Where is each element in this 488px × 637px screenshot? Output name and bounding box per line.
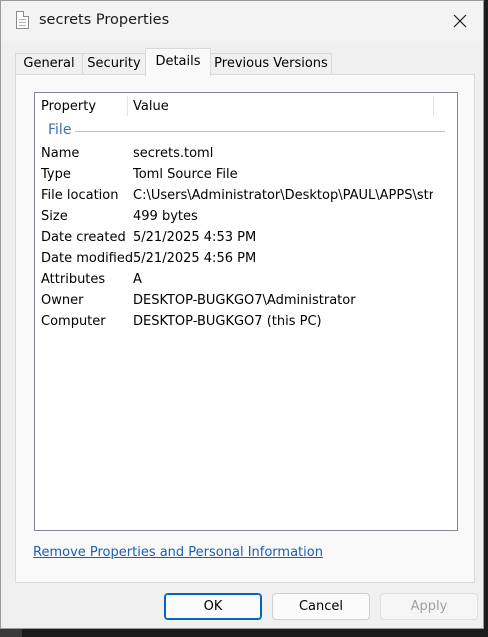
list-item[interactable]: Type Toml Source File (35, 164, 457, 185)
property-value: secrets.toml (133, 146, 214, 161)
tab-details[interactable]: Details (145, 48, 211, 76)
column-header-property[interactable]: Property (41, 93, 96, 120)
group-label-file: File (48, 122, 72, 138)
column-divider[interactable] (127, 96, 128, 116)
ok-button[interactable]: OK (164, 593, 262, 620)
close-button[interactable] (437, 1, 483, 41)
list-item[interactable]: Attributes A (35, 269, 457, 290)
taskbar-fragment (0, 629, 22, 637)
column-divider[interactable] (433, 96, 434, 116)
details-list[interactable]: Property Value File Name secrets.toml Ty… (34, 92, 458, 531)
list-item[interactable]: Date created 5/21/2025 4:53 PM (35, 227, 457, 248)
property-name: Owner (41, 293, 84, 308)
property-name: Size (41, 209, 68, 224)
list-item[interactable]: Owner DESKTOP-BUGKGO7\Administrator (35, 290, 457, 311)
property-value: A (133, 272, 142, 287)
property-value: 5/21/2025 4:56 PM (133, 251, 257, 266)
tab-security[interactable]: Security (82, 53, 146, 74)
property-name: Attributes (41, 272, 106, 287)
group-divider (75, 131, 445, 132)
property-name: Computer (41, 314, 106, 329)
desktop-background (484, 0, 488, 637)
tab-general[interactable]: General (15, 53, 83, 74)
list-item[interactable]: Size 499 bytes (35, 206, 457, 227)
details-panel: Property Value File Name secrets.toml Ty… (15, 74, 475, 583)
close-icon (453, 14, 467, 28)
property-name: Date created (41, 230, 126, 245)
properties-dialog: secrets Properties General Security Deta… (0, 0, 484, 629)
property-name: Date modified (41, 251, 134, 266)
property-value: DESKTOP-BUGKGO7 (this PC) (133, 314, 322, 329)
remove-properties-link[interactable]: Remove Properties and Personal Informati… (33, 545, 323, 560)
property-name: Name (41, 146, 80, 161)
apply-button[interactable]: Apply (380, 593, 478, 620)
list-item[interactable]: Computer DESKTOP-BUGKGO7 (this PC) (35, 311, 457, 332)
property-value: C:\Users\Administrator\Desktop\PAUL\APPS… (133, 188, 433, 203)
property-value: Toml Source File (133, 167, 238, 182)
desktop-background (0, 629, 488, 637)
cancel-button[interactable]: Cancel (272, 593, 370, 620)
property-value: 5/21/2025 4:53 PM (133, 230, 257, 245)
property-value: DESKTOP-BUGKGO7\Administrator (133, 293, 356, 308)
property-name: Type (41, 167, 71, 182)
list-item[interactable]: File location C:\Users\Administrator\Des… (35, 185, 457, 206)
tab-previous-versions[interactable]: Previous Versions (210, 53, 332, 74)
property-name: File location (41, 188, 119, 203)
column-header-value[interactable]: Value (133, 93, 169, 120)
window-title: secrets Properties (39, 12, 170, 28)
list-item[interactable]: Name secrets.toml (35, 143, 457, 164)
property-value: 499 bytes (133, 209, 198, 224)
file-icon (16, 11, 29, 29)
list-item[interactable]: Date modified 5/21/2025 4:56 PM (35, 248, 457, 269)
title-bar: secrets Properties (1, 1, 483, 41)
